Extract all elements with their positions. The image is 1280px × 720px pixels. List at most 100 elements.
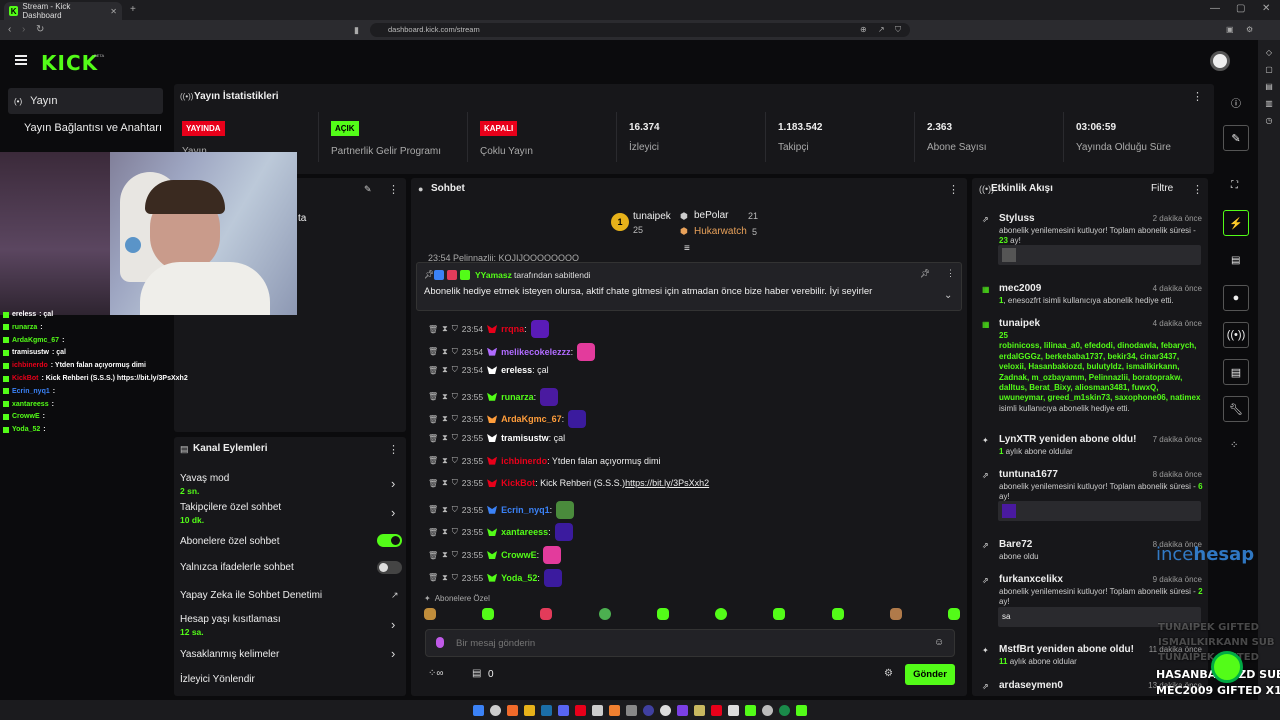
- back-icon[interactable]: ‹: [8, 24, 11, 35]
- ban-icon[interactable]: ⛉: [452, 505, 458, 515]
- user-avatar[interactable]: [1210, 51, 1230, 71]
- kick-app-icon[interactable]: [796, 704, 807, 716]
- ban-icon[interactable]: ⛉: [452, 478, 458, 488]
- delete-icon[interactable]: 🗑︎: [428, 325, 438, 334]
- minimize-icon[interactable]: —: [1210, 3, 1220, 14]
- activity-name[interactable]: MstfBrt yeniden abone oldu!: [999, 644, 1134, 655]
- app-icon[interactable]: [728, 704, 739, 716]
- activity-name[interactable]: tunaipek: [999, 318, 1040, 329]
- timeout-icon[interactable]: ⧗: [442, 414, 448, 424]
- timeout-icon[interactable]: ⧗: [442, 505, 448, 515]
- app-icon[interactable]: [694, 704, 705, 716]
- sidebar-box-icon[interactable]: ▤: [1265, 82, 1273, 91]
- delete-icon[interactable]: 🗑︎: [428, 528, 438, 537]
- delete-icon[interactable]: 🗑︎: [428, 392, 438, 401]
- activity-name[interactable]: furkanxcelikx: [999, 574, 1063, 585]
- broadcast-button[interactable]: ((•)): [1223, 322, 1249, 348]
- notes-icon[interactable]: ▤: [1231, 255, 1240, 266]
- brave-icon[interactable]: [507, 704, 518, 716]
- timeout-icon[interactable]: ⧗: [442, 324, 448, 334]
- chevron-right-icon[interactable]: ›: [391, 505, 395, 520]
- emote-2[interactable]: [482, 608, 495, 620]
- message-user[interactable]: xantareess: [501, 527, 548, 537]
- quick-actions-button[interactable]: ⚡: [1223, 210, 1249, 236]
- steam-icon[interactable]: [541, 704, 552, 716]
- timeout-icon[interactable]: ⧗: [442, 433, 448, 443]
- activity-name[interactable]: Bare72: [999, 539, 1032, 550]
- nav-item-baglanti[interactable]: Yayın Bağlantısı ve Anahtarı: [24, 122, 162, 134]
- extensions-icon[interactable]: ⚙: [1246, 25, 1253, 34]
- ban-icon[interactable]: ⛉: [452, 324, 458, 334]
- sidebar-clock-icon[interactable]: ◷: [1266, 116, 1273, 125]
- unpin-icon[interactable]: 📌︎: [920, 269, 930, 278]
- activity-name[interactable]: Styluss: [999, 213, 1035, 224]
- share-icon[interactable]: ↗: [878, 25, 885, 34]
- emote-5[interactable]: [656, 608, 669, 620]
- emote-4[interactable]: [598, 608, 611, 620]
- search-icon[interactable]: [490, 704, 501, 716]
- app-icon[interactable]: [575, 704, 586, 716]
- timeout-icon[interactable]: ⧗: [442, 456, 448, 466]
- ban-icon[interactable]: ⛉: [452, 414, 458, 424]
- app-icon[interactable]: [609, 704, 620, 716]
- timeout-icon[interactable]: ⧗: [442, 347, 448, 357]
- message-user[interactable]: ichbinerdo: [501, 456, 547, 466]
- delete-icon[interactable]: 🗑︎: [428, 347, 438, 356]
- preview-more-icon[interactable]: ⋮: [388, 183, 399, 196]
- info-icon[interactable]: ⓘ: [1231, 95, 1241, 110]
- message-user[interactable]: Ecrin_nyq1: [501, 505, 550, 515]
- tabs-icon[interactable]: ▣: [1226, 25, 1234, 34]
- chat-input[interactable]: [456, 635, 916, 651]
- close-tab-icon[interactable]: ✕: [110, 7, 117, 16]
- bookmark-icon[interactable]: ▮: [354, 25, 359, 36]
- stats-more-icon[interactable]: ⋮: [1192, 90, 1203, 103]
- message-user[interactable]: CrowwE: [501, 550, 537, 560]
- app-icon[interactable]: [626, 704, 637, 716]
- kick-logo[interactable]: KICK: [41, 51, 98, 75]
- sidebar-cube-icon[interactable]: ▢: [1265, 65, 1273, 74]
- obs-icon[interactable]: [643, 704, 654, 716]
- activity-name[interactable]: tuntuna1677: [999, 469, 1058, 480]
- app-icon[interactable]: [779, 704, 790, 716]
- external-link-icon[interactable]: ↗: [391, 590, 399, 601]
- emote-8[interactable]: [831, 608, 844, 620]
- emote-6[interactable]: [715, 608, 728, 620]
- emote-10[interactable]: [947, 608, 960, 620]
- wrench-button[interactable]: 🔧︎: [1223, 396, 1249, 422]
- message-user[interactable]: runarza: [501, 392, 534, 402]
- delete-icon[interactable]: 🗑︎: [428, 551, 438, 560]
- chevron-right-icon[interactable]: ›: [391, 617, 395, 632]
- app-icon[interactable]: [677, 704, 688, 716]
- emote-3[interactable]: [540, 608, 553, 620]
- discord-icon[interactable]: [558, 704, 569, 716]
- forward-icon[interactable]: ›: [22, 24, 25, 35]
- delete-icon[interactable]: 🗑︎: [428, 573, 438, 582]
- emotes-only-toggle[interactable]: [377, 561, 402, 574]
- maximize-icon[interactable]: ▢: [1236, 3, 1245, 14]
- ban-icon[interactable]: ⛉: [452, 433, 458, 443]
- pinned-by-user[interactable]: YYamasz: [475, 270, 512, 280]
- emote-9[interactable]: [889, 608, 902, 620]
- message-link[interactable]: https://bit.ly/3PsXxh2: [625, 478, 709, 488]
- actions-more-icon[interactable]: ⋮: [388, 443, 399, 456]
- timeout-icon[interactable]: ⧗: [442, 573, 448, 583]
- message-user[interactable]: ArdaKgmc_67: [501, 414, 562, 424]
- delete-icon[interactable]: 🗑︎: [428, 479, 438, 488]
- browser-tab[interactable]: K Stream - Kick Dashboard ✕: [4, 2, 122, 20]
- message-user[interactable]: rrqna: [501, 324, 524, 334]
- delete-icon[interactable]: 🗑︎: [428, 415, 438, 424]
- chevron-right-icon[interactable]: ›: [391, 646, 395, 661]
- message-user[interactable]: Yoda_52: [501, 573, 537, 583]
- menu-icon[interactable]: [15, 55, 27, 65]
- chat-more-icon[interactable]: ⋮: [948, 183, 959, 196]
- new-tab-button[interactable]: +: [130, 4, 136, 15]
- delete-icon[interactable]: 🗑︎: [428, 505, 438, 514]
- message-user[interactable]: KickBot: [501, 478, 535, 488]
- emoji-icon[interactable]: ☺: [934, 637, 944, 648]
- app-icon[interactable]: [592, 704, 603, 716]
- chevron-right-icon[interactable]: ›: [391, 476, 395, 491]
- ban-icon[interactable]: ⛉: [452, 392, 458, 402]
- emote-7[interactable]: [773, 608, 786, 620]
- activity-name[interactable]: LynXTR yeniden abone oldu!: [999, 434, 1136, 445]
- windows-start-icon[interactable]: [473, 704, 484, 716]
